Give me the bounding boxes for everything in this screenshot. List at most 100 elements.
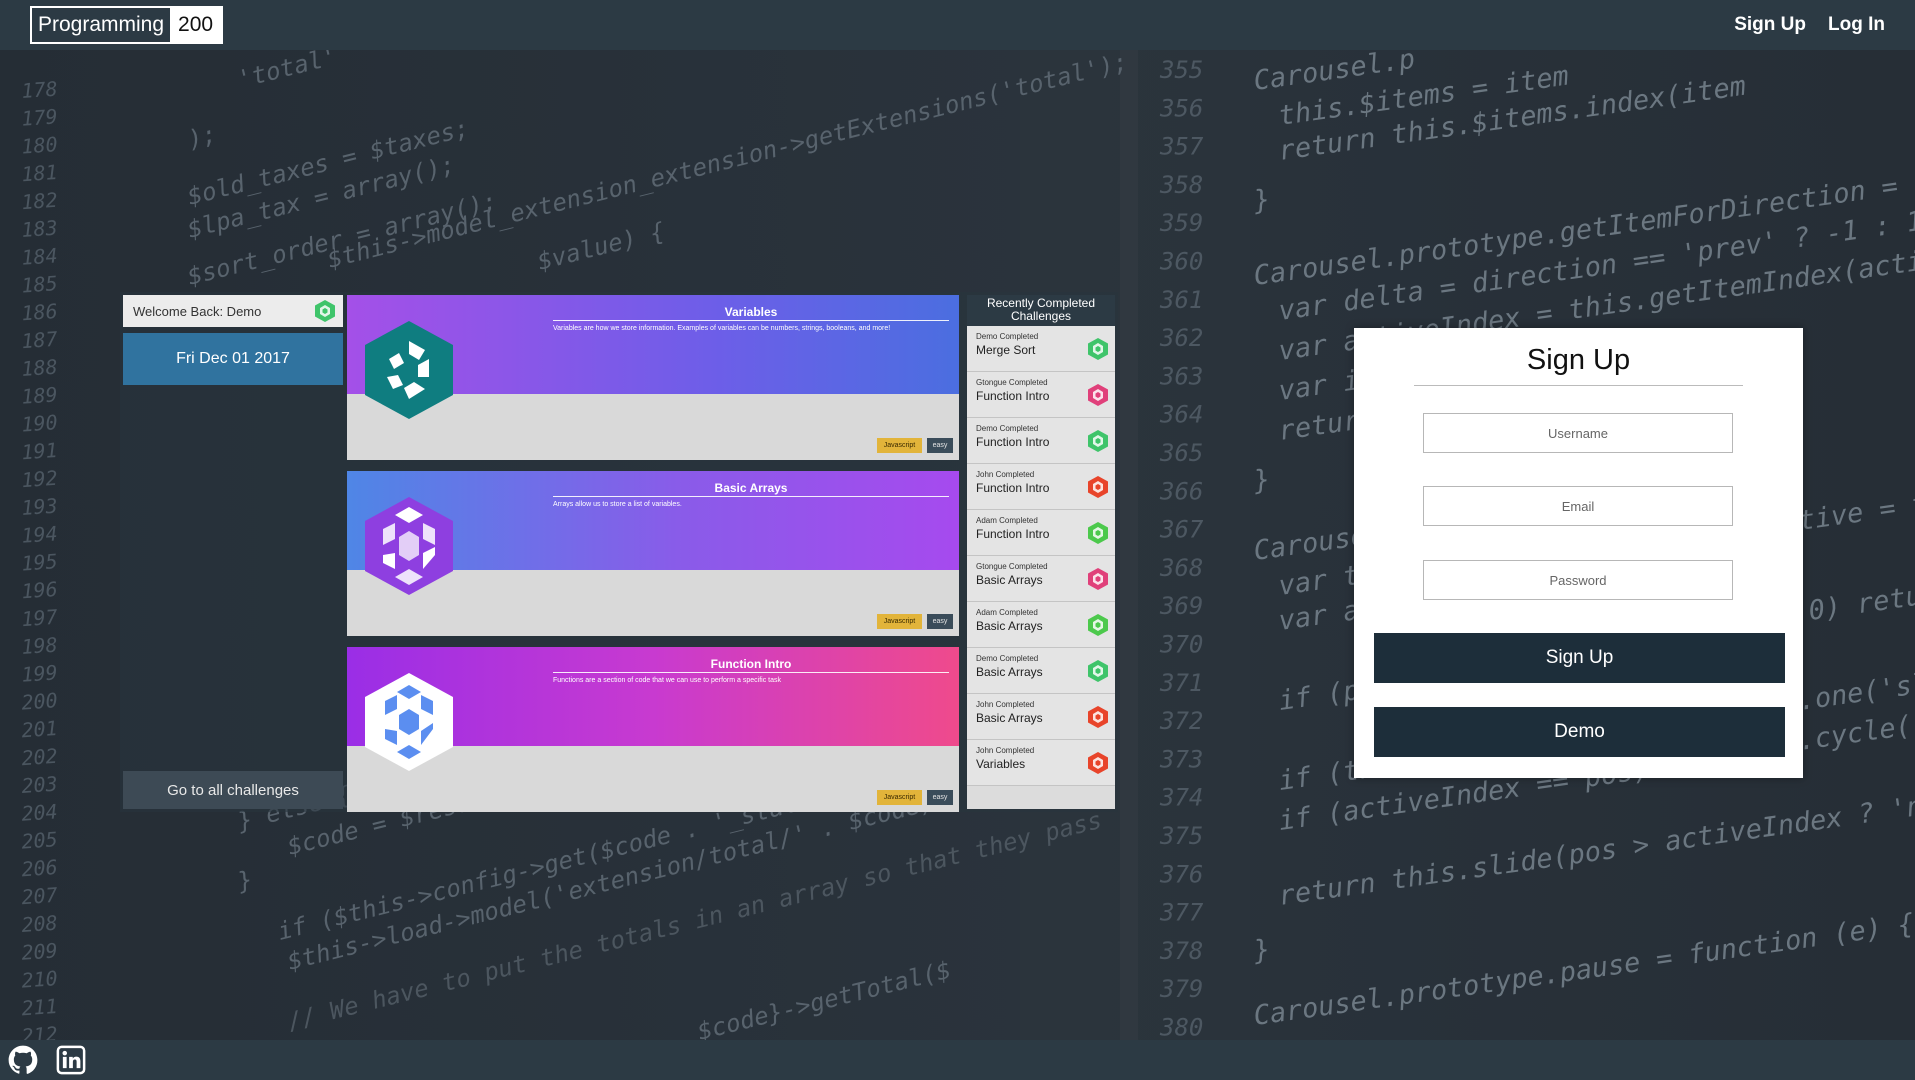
code-line: 211 [21,994,59,1020]
brand-number: 200 [170,8,222,42]
recent-item[interactable]: Adam Completed Function Intro [967,510,1115,556]
code-line: 194 [21,521,59,547]
code-line: 180 [21,132,59,158]
code-line: tive = th [1797,486,1915,537]
code-line: 190 [21,410,59,436]
basic-arrays-logo-icon [365,497,453,595]
code-line: 358 [1159,171,1203,199]
code-line: 361 [1159,286,1203,314]
signup-button[interactable]: Sign Up [1374,633,1785,683]
user-avatar-icon [1088,384,1108,406]
code-line: 379 [1159,975,1203,1003]
user-avatar-icon [1088,430,1108,452]
recent-item[interactable]: John Completed Variables [967,740,1115,786]
all-challenges-button[interactable]: Go to all challenges [123,771,343,809]
code-line: 0) return [1807,576,1915,627]
card-description: Arrays allow us to store a list of varia… [553,501,682,508]
signup-title: Sign Up [1414,344,1743,386]
code-line: $code}->getTotal($ [695,956,954,1046]
login-link[interactable]: Log In [1828,14,1885,36]
card-title: Basic Arrays [553,481,949,497]
github-icon[interactable] [8,1045,38,1075]
demo-button[interactable]: Demo [1374,707,1785,757]
linkedin-icon[interactable] [56,1045,86,1075]
recent-heading-line1: Recently Completed [986,296,1096,310]
code-line: .cycle() [1797,708,1915,757]
code-line: 365 [1159,439,1203,467]
language-tag: Javascript [877,438,922,453]
recent-item[interactable]: Gtongue Completed Function Intro [967,372,1115,418]
challenge-card-basic-arrays[interactable]: Basic Arrays Arrays allow us to store a … [347,471,959,636]
code-line: 371 [1159,669,1203,697]
brand-text: Programming [38,13,165,36]
code-line: $value) { [535,217,668,276]
code-line: 187 [21,327,59,353]
challenge-cards: Variables Variables are how we store inf… [347,295,959,823]
code-line: 200 [21,688,59,714]
code-line: 210 [21,966,59,992]
code-line: 380 [1159,1014,1203,1042]
recent-item[interactable]: John Completed Basic Arrays [967,694,1115,740]
code-line: 362 [1159,324,1203,352]
username-field[interactable] [1423,413,1733,453]
recent-item[interactable]: Demo Completed Merge Sort [967,326,1115,372]
code-line: 198 [21,633,59,659]
user-avatar-icon [315,300,335,322]
user-avatar-icon [1088,706,1108,728]
user-avatar-icon [1088,522,1108,544]
code-line: } [1251,464,1272,497]
recent-item[interactable]: Demo Completed Basic Arrays [967,648,1115,694]
recent-item[interactable]: Gtongue Completed Basic Arrays [967,556,1115,602]
email-field[interactable] [1423,486,1733,526]
user-avatar-icon [1088,614,1108,636]
code-line: 188 [21,355,59,381]
code-line: 183 [21,216,59,242]
code-line: 195 [21,549,59,575]
code-line: 202 [21,744,59,770]
code-line: 204 [21,799,59,825]
code-line: 375 [1159,822,1203,850]
code-line: 199 [21,660,59,686]
code-line: 374 [1159,784,1203,812]
code-line: 357 [1159,133,1204,161]
code-line: 197 [21,605,59,631]
code-line: 208 [21,911,59,937]
code-line: 368 [1159,554,1203,582]
difficulty-tag: easy [927,790,953,805]
code-line: 193 [21,494,59,520]
recent-list: Demo Completed Merge Sort Gtongue Complete… [967,326,1115,786]
recent-item[interactable]: Demo Completed Function Intro [967,418,1115,464]
recent-item[interactable]: John Completed Function Intro [967,464,1115,510]
challenge-card-function-intro[interactable]: Function Intro Functions are a section o… [347,647,959,812]
challenge-card-variables[interactable]: Variables Variables are how we store inf… [347,295,959,460]
navbar: Programming 200 Sign Up Log In [0,0,1915,50]
card-description: Variables are how we store information. … [553,325,891,332]
code-line: 356 [1159,94,1203,122]
user-avatar-icon [1088,338,1108,360]
code-line: Carousel.prototype.pause = function (e) … [1252,908,1915,1031]
code-line: 184 [21,243,59,269]
code-line: 207 [21,883,59,909]
code-line: 377 [1159,899,1204,927]
recent-heading: Recently Completed Challenges [967,295,1115,326]
code-line: 369 [1159,592,1203,620]
brand-logo[interactable]: Programming 200 [30,6,224,44]
footer [0,1040,1915,1080]
difficulty-tag: easy [927,438,953,453]
recent-item[interactable]: Adam Completed Basic Arrays [967,602,1115,648]
left-line-numbers: 1781791801811821831841851861871881891901… [21,77,59,1049]
code-line: 372 [1159,707,1203,735]
user-avatar-icon [1088,660,1108,682]
language-tag: Javascript [877,790,922,805]
password-field[interactable] [1423,560,1733,600]
welcome-bar: Welcome Back: Demo [123,295,343,327]
code-line: } [1251,934,1272,967]
code-line: 360 [1159,248,1203,276]
code-line: 206 [21,855,59,881]
code-line: 181 [21,160,59,186]
signup-form: Sign Up Sign Up Demo [1354,328,1803,778]
signup-link[interactable]: Sign Up [1734,14,1806,36]
code-line: 355 [1159,56,1203,84]
variables-logo-icon [365,321,453,419]
language-tag: Javascript [877,614,922,629]
